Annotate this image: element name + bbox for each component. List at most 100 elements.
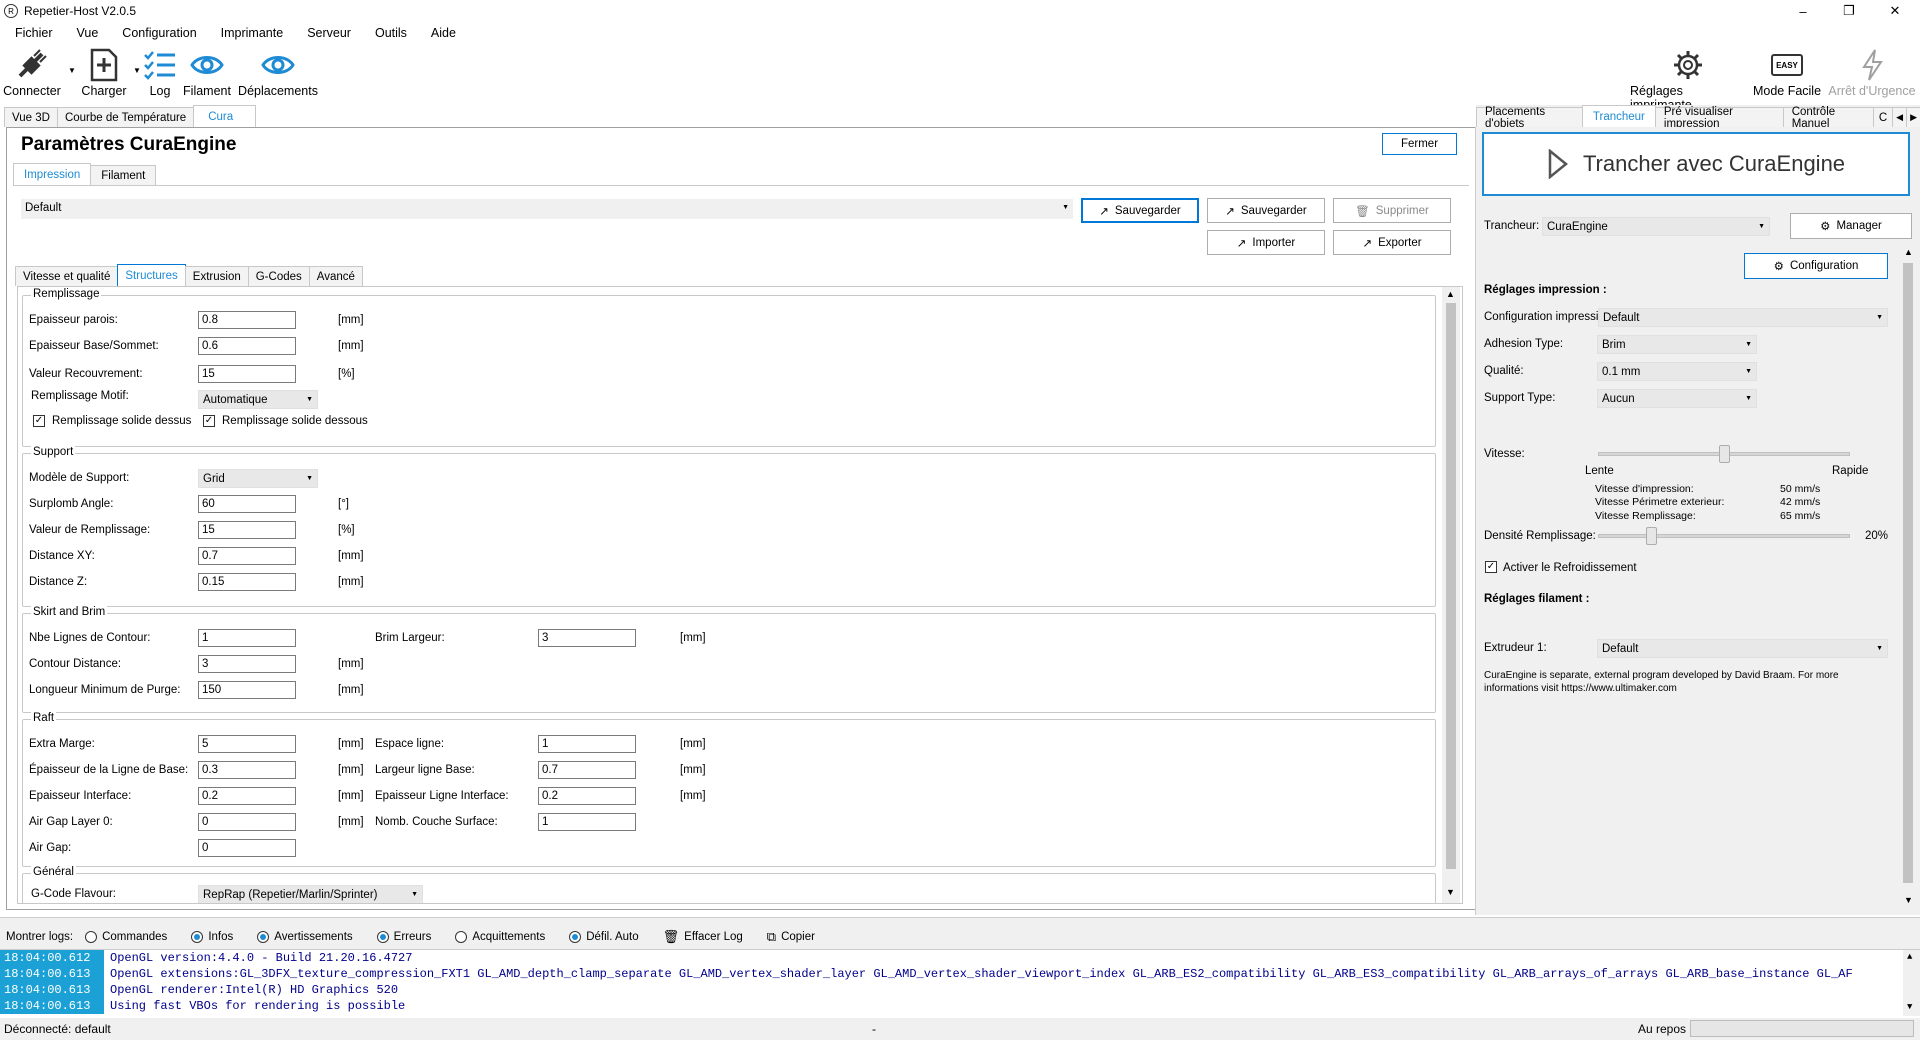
raft-base-width-input[interactable]: 0.7 <box>538 761 636 779</box>
filter-warnings-radio[interactable] <box>257 931 270 943</box>
wall-thickness-input[interactable]: 0.8 <box>198 311 296 329</box>
extruder-select[interactable]: Default ▼ <box>1597 639 1888 658</box>
contour-lines-input[interactable]: 1 <box>198 629 296 647</box>
tab-scroll-right[interactable]: ▶ <box>1906 107 1920 127</box>
raft-interface-line-input[interactable]: 0.2 <box>538 787 636 805</box>
autoscroll-radio[interactable] <box>569 931 582 943</box>
menu-serveur[interactable]: Serveur <box>292 26 360 40</box>
air-gap-input[interactable]: 0 <box>198 839 296 857</box>
scrollbar-thumb[interactable] <box>1446 303 1456 869</box>
settings-scrollbar[interactable]: ▲ ▼ <box>1442 287 1460 903</box>
manager-button[interactable]: ⚙ Manager <box>1790 213 1912 239</box>
tab-more[interactable]: C <box>1872 107 1894 127</box>
copy-icon[interactable]: ⧉ <box>767 929 776 945</box>
horizontal-splitter[interactable] <box>0 917 1920 925</box>
tab-object-placement[interactable]: Placements d'objets <box>1476 106 1583 130</box>
air-gap-layer0-input[interactable]: 0 <box>198 813 296 831</box>
minimize-button[interactable]: – <box>1780 0 1826 22</box>
connect-button[interactable]: Connecter <box>3 46 61 98</box>
slicer-select[interactable]: CuraEngine ▼ <box>1542 217 1770 236</box>
tab-impression[interactable]: Impression <box>13 163 92 185</box>
tab-gcodes[interactable]: G-Codes <box>247 266 310 286</box>
chevron-down-icon: ▼ <box>1907 1002 1913 1012</box>
support-xy-distance-input[interactable]: 0.7 <box>198 547 296 565</box>
solid-bottom-checkbox[interactable]: ✓ <box>203 415 215 427</box>
tab-3d-view[interactable]: Vue 3D <box>4 107 58 127</box>
plug-icon <box>14 46 50 84</box>
base-top-thickness-input[interactable]: 0.6 <box>198 337 296 355</box>
clear-log-button[interactable]: Effacer Log <box>684 931 743 943</box>
menu-vue[interactable]: Vue <box>62 26 108 40</box>
scrollbar-thumb[interactable] <box>1903 263 1913 883</box>
overlap-input[interactable]: 15 <box>198 365 296 383</box>
import-button[interactable]: ↗ Importer <box>1207 230 1325 255</box>
log-scrollbar[interactable]: ▲ ▼ <box>1903 950 1920 1016</box>
log-button[interactable]: Log <box>142 46 178 98</box>
tab-advanced[interactable]: Avancé <box>308 266 363 286</box>
tab-extrusion[interactable]: Extrusion <box>184 266 249 286</box>
trash-icon[interactable]: 🗑 <box>663 929 680 945</box>
solid-top-checkbox[interactable]: ✓ <box>33 415 45 427</box>
raft-margin-input[interactable]: 5 <box>198 735 296 753</box>
save-profile-button[interactable]: ↗ Sauvegarder <box>1081 198 1199 223</box>
contour-distance-input[interactable]: 3 <box>198 655 296 673</box>
delete-profile-button[interactable]: 🗑 Supprimer <box>1333 198 1451 223</box>
menu-fichier[interactable]: Fichier <box>0 26 62 40</box>
print-config-select[interactable]: Default ▼ <box>1598 308 1888 327</box>
maximize-button[interactable]: ❐ <box>1826 0 1872 22</box>
moves-button[interactable]: Déplacements <box>238 46 318 98</box>
tab-filament[interactable]: Filament <box>90 165 157 185</box>
gcode-flavour-select[interactable]: RepRap (Repetier/Marlin/Sprinter) ▼ <box>198 885 423 903</box>
configuration-button[interactable]: ⚙ Configuration <box>1744 253 1888 279</box>
quality-select[interactable]: 0.1 mm ▼ <box>1597 362 1757 381</box>
load-dropdown-arrow[interactable]: ▼ <box>133 66 141 75</box>
copy-log-button[interactable]: Copier <box>781 931 815 943</box>
density-slider-thumb[interactable] <box>1646 527 1658 545</box>
menu-outils[interactable]: Outils <box>360 26 416 40</box>
adhesion-type-select[interactable]: Brim ▼ <box>1597 335 1757 354</box>
tab-slicer[interactable]: Trancheur <box>1581 105 1656 127</box>
easy-mode-button[interactable]: EASY Mode Facile <box>1752 46 1822 98</box>
printer-settings-button[interactable]: Réglages imprimante <box>1630 46 1746 112</box>
density-slider[interactable] <box>1598 534 1850 538</box>
surface-layers-input[interactable]: 1 <box>538 813 636 831</box>
raft-interface-thickness-input[interactable]: 0.2 <box>198 787 296 805</box>
slicer-scrollbar[interactable]: ▲ ▼ <box>1900 245 1917 910</box>
slice-button[interactable]: Trancher avec CuraEngine <box>1482 132 1910 196</box>
tab-manual-control[interactable]: Contrôle Manuel <box>1782 106 1874 130</box>
min-purge-length-input[interactable]: 150 <box>198 681 296 699</box>
raft-base-thickness-input[interactable]: 0.3 <box>198 761 296 779</box>
tab-cura[interactable]: Cura <box>193 105 257 127</box>
tab-print-preview[interactable]: Pré visualiser impression <box>1654 106 1784 130</box>
filter-infos-radio[interactable] <box>191 931 204 943</box>
load-button[interactable]: Charger <box>81 46 127 98</box>
infill-pattern-select[interactable]: Automatique ▼ <box>198 390 318 409</box>
overhang-angle-input[interactable]: 60 <box>198 495 296 513</box>
connect-dropdown-arrow[interactable]: ▼ <box>68 66 76 75</box>
filter-errors-radio[interactable] <box>376 931 389 943</box>
close-settings-button[interactable]: Fermer <box>1382 133 1457 155</box>
menu-imprimante[interactable]: Imprimante <box>206 26 293 40</box>
profile-select[interactable]: Default ▼ <box>21 199 1073 219</box>
support-type-select[interactable]: Aucun ▼ <box>1597 389 1757 408</box>
save-as-profile-button[interactable]: ↗ Sauvegarder <box>1207 198 1325 223</box>
menu-configuration[interactable]: Configuration <box>107 26 205 40</box>
raft-line-spacing-input[interactable]: 1 <box>538 735 636 753</box>
tab-speed-quality[interactable]: Vitesse et qualité <box>15 266 119 286</box>
support-z-distance-input[interactable]: 0.15 <box>198 573 296 591</box>
speed-slider-thumb[interactable] <box>1718 445 1730 463</box>
tab-scroll-left[interactable]: ◀ <box>1892 107 1908 127</box>
menu-aide[interactable]: Aide <box>416 26 465 40</box>
cooling-checkbox[interactable]: ✓ <box>1485 561 1497 573</box>
tab-temperature-curve[interactable]: Courbe de Température <box>56 107 195 127</box>
brim-width-input[interactable]: 3 <box>538 629 636 647</box>
emergency-stop-button[interactable]: Arrêt d'Urgence <box>1828 46 1916 98</box>
export-button[interactable]: ↗ Exporter <box>1333 230 1451 255</box>
filter-commands-radio[interactable] <box>85 931 98 943</box>
close-window-button[interactable]: ✕ <box>1872 0 1918 22</box>
tab-structures[interactable]: Structures <box>117 264 186 286</box>
filter-acks-radio[interactable] <box>455 931 468 943</box>
filament-button[interactable]: Filament <box>182 46 232 98</box>
support-fill-input[interactable]: 15 <box>198 521 296 539</box>
support-model-select[interactable]: Grid ▼ <box>198 469 318 488</box>
